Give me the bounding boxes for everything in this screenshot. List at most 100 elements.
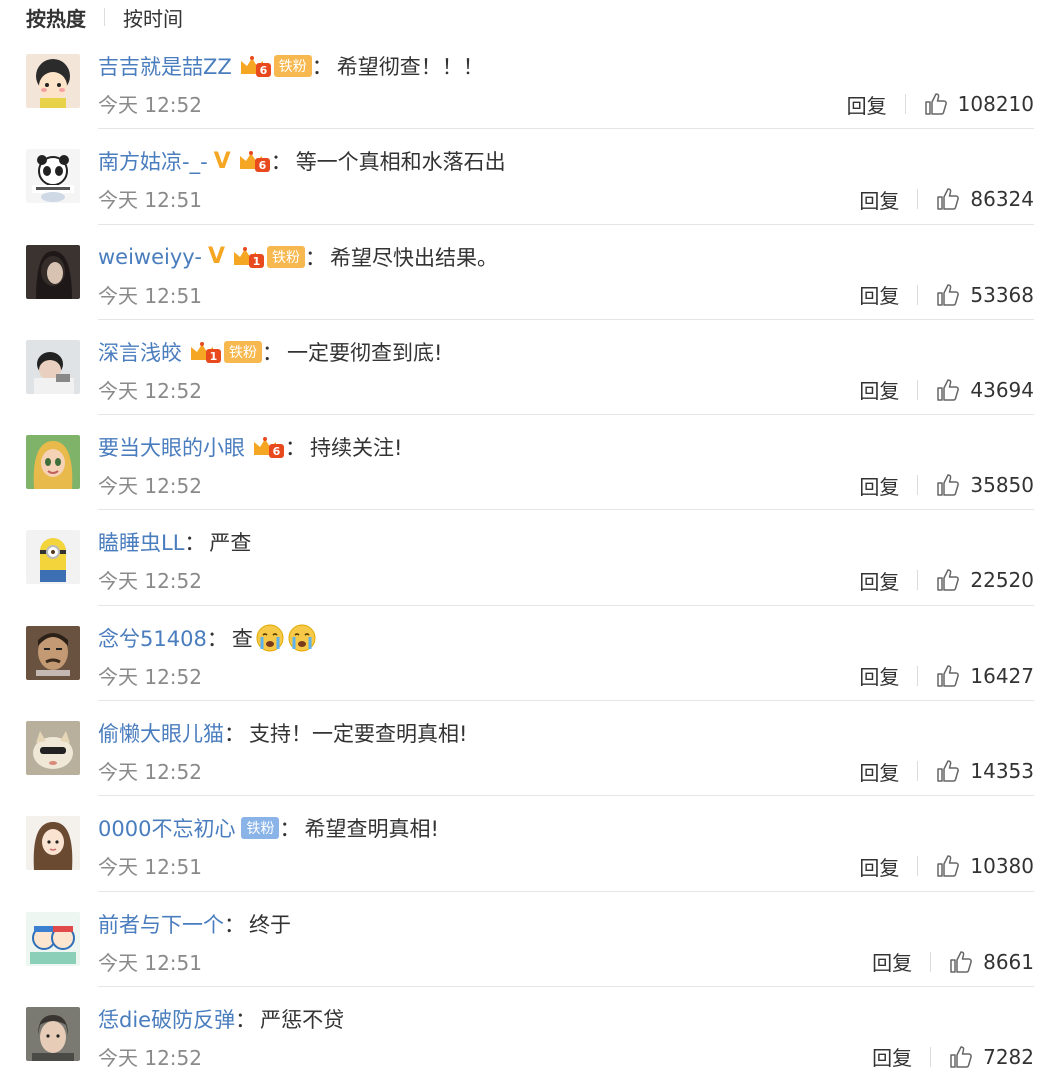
comment-actions: 回复 8661 xyxy=(872,947,1034,977)
comment-item: 南方姑凉-_- V 6 ：等一个真相和水落石出 今天 12:51 回复 86324 xyxy=(0,129,1054,225)
like-button[interactable]: 22520 xyxy=(936,568,1034,592)
crown-badge-icon: 1 xyxy=(191,341,221,363)
colon-separator: ： xyxy=(270,150,292,175)
username-link[interactable]: weiweiyy- xyxy=(98,245,202,269)
svg-text:6: 6 xyxy=(273,445,281,458)
comment-actions: 回复 108210 xyxy=(847,89,1034,119)
comment-time: 今天 12:52 xyxy=(98,1045,202,1070)
comment-item: 吉吉就是喆ZZ 6 铁粉：希望彻查！！！ 今天 12:52 回复 108210 xyxy=(0,34,1054,130)
comment-text: 希望彻查！！！ xyxy=(336,55,484,79)
comment-actions: 回复 35850 xyxy=(859,470,1034,500)
comment-actions: 回复 86324 xyxy=(859,184,1034,214)
comment-actions: 回复 10380 xyxy=(859,851,1034,881)
like-button[interactable]: 35850 xyxy=(936,473,1034,497)
like-button[interactable]: 53368 xyxy=(936,283,1034,307)
username-link[interactable]: 0000不忘初心 xyxy=(98,813,235,843)
sort-divider xyxy=(104,8,105,26)
colon-separator: ： xyxy=(262,340,283,365)
like-button[interactable]: 10380 xyxy=(936,854,1034,878)
username-link[interactable]: 吉吉就是喆ZZ xyxy=(98,51,232,81)
like-count: 86324 xyxy=(970,187,1034,212)
reply-button[interactable]: 回复 xyxy=(859,471,899,500)
comment-actions: 回复 14353 xyxy=(859,756,1034,786)
reply-button[interactable]: 回复 xyxy=(859,661,899,690)
like-count: 53368 xyxy=(970,282,1034,307)
avatar[interactable] xyxy=(26,625,80,680)
action-divider xyxy=(917,475,919,496)
avatar[interactable] xyxy=(26,911,80,966)
reply-button[interactable]: 回复 xyxy=(872,947,912,976)
reply-button[interactable]: 回复 xyxy=(859,852,899,881)
like-count: 8661 xyxy=(983,949,1034,974)
avatar[interactable] xyxy=(26,721,80,776)
like-button[interactable]: 8661 xyxy=(949,950,1034,974)
tiefen-badge: 铁粉 xyxy=(224,340,262,363)
username-link[interactable]: 要当大眼的小眼 xyxy=(98,432,245,462)
colon-separator: ： xyxy=(206,626,228,651)
comment-time: 今天 12:51 xyxy=(98,283,202,308)
avatar[interactable] xyxy=(26,339,80,394)
avatar[interactable] xyxy=(26,435,80,490)
comment-text: 严惩不贷 xyxy=(260,1007,345,1032)
comment-text: 希望尽快出结果。 xyxy=(329,245,498,270)
reply-button[interactable]: 回复 xyxy=(859,280,899,309)
username-link[interactable]: 念兮51408 xyxy=(98,623,207,653)
sort-bar: 按热度 按时间 xyxy=(0,0,1054,34)
thumbs-up-icon xyxy=(937,569,960,592)
comment-list: 吉吉就是喆ZZ 6 铁粉：希望彻查！！！ 今天 12:52 回复 108210 南方姑凉-_… xyxy=(0,34,1054,1082)
avatar[interactable] xyxy=(26,530,80,585)
comment-item: 瞌睡虫LL：严查 今天 12:52 回复 22520 xyxy=(0,510,1054,606)
username-link[interactable]: 偷懒大眼儿猫 xyxy=(98,718,224,748)
comment-item: 前者与下一个：终于 今天 12:51 回复 8661 xyxy=(0,892,1054,987)
like-button[interactable]: 16427 xyxy=(936,664,1034,688)
avatar[interactable] xyxy=(26,816,80,871)
reply-button[interactable]: 回复 xyxy=(859,757,899,786)
sort-by-time-tab[interactable]: 按时间 xyxy=(123,3,183,32)
comment-time: 今天 12:52 xyxy=(98,760,202,785)
like-count: 14353 xyxy=(970,759,1034,784)
comment-time: 今天 12:52 xyxy=(98,664,202,689)
tiefen-badge: 铁粉 xyxy=(241,817,280,840)
like-count: 22520 xyxy=(970,568,1034,593)
crown-badge-icon: 6 xyxy=(239,151,270,173)
comment-actions: 回复 16427 xyxy=(859,661,1034,691)
comment-item: 要当大眼的小眼 6 ：持续关注! 今天 12:52 回复 35850 xyxy=(0,415,1054,511)
reply-button[interactable]: 回复 xyxy=(859,185,899,214)
thumbs-up-icon xyxy=(924,93,947,115)
avatar[interactable] xyxy=(26,244,80,299)
comment-item: 0000不忘初心 铁粉：希望查明真相! 今天 12:51 回复 10380 xyxy=(0,796,1054,892)
like-button[interactable]: 7282 xyxy=(949,1045,1034,1069)
username-link[interactable]: 前者与下一个 xyxy=(98,909,224,939)
reply-button[interactable]: 回复 xyxy=(872,1042,912,1071)
thumbs-up-icon xyxy=(950,950,972,973)
action-divider xyxy=(904,94,906,114)
reply-button[interactable]: 回复 xyxy=(859,375,899,404)
comment-text: 查 xyxy=(231,626,253,651)
like-button[interactable]: 108210 xyxy=(924,92,1034,116)
comment-text: 支持！一定要查明真相! xyxy=(249,722,468,747)
colon-separator: ： xyxy=(224,722,245,747)
thumbs-up-icon xyxy=(937,665,960,687)
reply-button[interactable]: 回复 xyxy=(859,566,899,595)
colon-separator: ： xyxy=(184,531,206,556)
colon-separator: ： xyxy=(304,245,326,270)
avatar[interactable] xyxy=(26,1006,80,1061)
comment-text: 持续关注! xyxy=(310,436,403,461)
like-button[interactable]: 43694 xyxy=(936,378,1034,402)
avatar[interactable] xyxy=(26,54,80,108)
username-link[interactable]: 南方姑凉-_- xyxy=(98,146,208,176)
username-link[interactable]: 恁die破防反弹 xyxy=(98,1004,235,1034)
crown-badge-icon: 6 xyxy=(240,56,271,77)
sort-by-hot-tab[interactable]: 按热度 xyxy=(26,3,86,32)
action-divider xyxy=(917,189,919,210)
username-link[interactable]: 深言浅皎 xyxy=(98,337,182,367)
svg-text:6: 6 xyxy=(259,64,267,77)
like-count: 7282 xyxy=(983,1044,1034,1069)
comment-text: 严查 xyxy=(209,531,252,556)
reply-button[interactable]: 回复 xyxy=(847,90,887,119)
avatar[interactable] xyxy=(26,149,80,204)
username-link[interactable]: 瞌睡虫LL xyxy=(98,527,184,557)
like-button[interactable]: 14353 xyxy=(936,759,1034,783)
like-button[interactable]: 86324 xyxy=(936,187,1034,211)
comment-time: 今天 12:52 xyxy=(98,569,202,594)
